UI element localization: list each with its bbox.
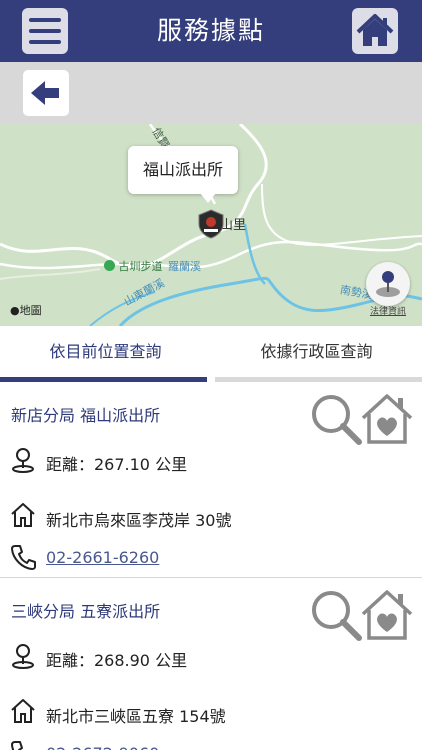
tab-current-location[interactable]: 依目前位置查詢 bbox=[0, 326, 211, 378]
map-pin-icon bbox=[376, 271, 400, 297]
phone-icon bbox=[11, 545, 36, 570]
home-button[interactable] bbox=[352, 8, 398, 54]
station-address: 新北市烏來區李茂岸 30號 bbox=[46, 511, 232, 530]
home-icon bbox=[356, 14, 394, 46]
callout-tail bbox=[200, 193, 216, 203]
favorite-home-icon[interactable] bbox=[360, 588, 414, 642]
station-card: 新店分局 福山派出所 距離：267.10 公里 新北市烏來區李茂岸 30號 02… bbox=[0, 382, 422, 578]
station-phone-link[interactable]: 02-2672-9060 bbox=[46, 744, 159, 750]
address-home-icon bbox=[11, 699, 35, 723]
location-pin-icon bbox=[12, 448, 34, 473]
police-marker-icon[interactable] bbox=[198, 209, 224, 239]
park-icon bbox=[104, 260, 115, 271]
search-tabs: 依目前位置查詢 依據行政區查詢 bbox=[0, 326, 422, 382]
search-icon[interactable] bbox=[309, 588, 363, 642]
trail-label: 古圳步道 bbox=[104, 258, 163, 274]
back-button[interactable] bbox=[23, 70, 69, 116]
map-callout[interactable]: 福山派出所 bbox=[128, 146, 238, 194]
search-icon[interactable] bbox=[309, 392, 363, 446]
station-distance: 距離：267.10 公里 bbox=[46, 455, 188, 474]
station-address: 新北市三峽區五寮 154號 bbox=[46, 707, 226, 726]
station-card: 三峽分局 五寮派出所 距離：268.90 公里 新北市三峽區五寮 154號 02… bbox=[0, 578, 422, 750]
creek-label-1: 羅蘭溪 bbox=[168, 260, 201, 273]
arrow-left-icon bbox=[31, 81, 59, 105]
location-pin-icon bbox=[12, 644, 34, 669]
back-bar bbox=[0, 62, 422, 124]
station-phone-link[interactable]: 02-2661-6260 bbox=[46, 548, 159, 567]
trail-name: 古圳步道 bbox=[118, 260, 163, 273]
app-header: 服務據點 bbox=[0, 0, 422, 62]
station-title: 新店分局 福山派出所 bbox=[11, 406, 161, 425]
apple-icon: ● bbox=[10, 304, 20, 317]
phone-icon bbox=[11, 741, 23, 750]
map-attribution: ●地圖 bbox=[10, 304, 42, 317]
station-list: 新店分局 福山派出所 距離：267.10 公里 新北市烏來區李茂岸 30號 02… bbox=[0, 382, 422, 750]
station-distance: 距離：268.90 公里 bbox=[46, 651, 188, 670]
station-title: 三峽分局 五寮派出所 bbox=[11, 602, 161, 621]
address-home-icon bbox=[11, 503, 35, 527]
tab-district[interactable]: 依據行政區查詢 bbox=[211, 326, 422, 378]
favorite-home-icon[interactable] bbox=[360, 392, 414, 446]
locate-button[interactable] bbox=[366, 262, 410, 306]
